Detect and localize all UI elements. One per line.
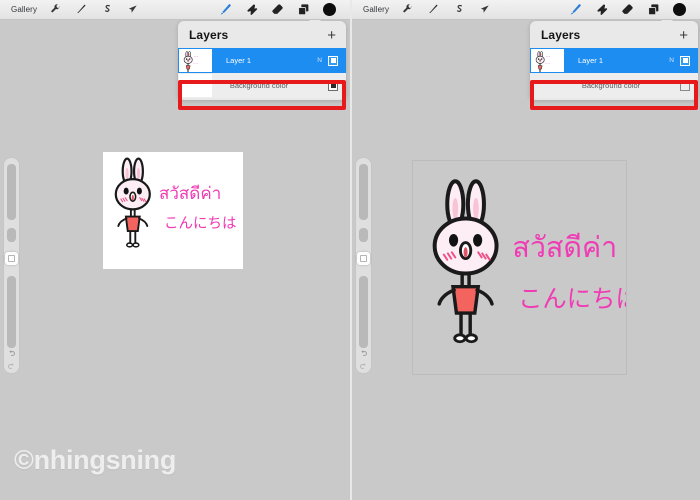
selection-icon[interactable] — [446, 0, 472, 20]
rail-knob[interactable] — [5, 252, 18, 265]
svg-text:····: ···· — [545, 62, 550, 66]
rail-knob-ring — [8, 255, 15, 262]
checkbox-fill — [682, 58, 688, 63]
artwork-thai-text: สวัสดีค่า — [159, 184, 221, 204]
rail-knob-ring — [360, 255, 367, 262]
layer-visibility-checkbox[interactable] — [328, 55, 338, 66]
adjustments-wand-icon[interactable] — [420, 0, 446, 20]
background-color-label: Background color — [229, 81, 289, 90]
undo-icon[interactable] — [358, 348, 369, 359]
layers-panel: Layers + ··· ···· Layer 1 N Background c… — [530, 21, 698, 100]
layer-name: Layer 1 — [226, 56, 252, 65]
color-swatch-dot — [322, 3, 336, 16]
rail-bar-middle — [7, 228, 16, 242]
eraser-icon[interactable] — [614, 0, 640, 20]
gallery-button[interactable]: Gallery — [358, 4, 394, 15]
layer-row[interactable]: ··· ···· Layer 1 N — [530, 48, 698, 73]
undo-icon[interactable] — [6, 348, 17, 359]
artwork-japanese-text: こんにちは — [164, 215, 237, 232]
redo-icon[interactable] — [358, 361, 369, 372]
background-visibility-checkbox[interactable] — [328, 80, 338, 91]
watermark: ©nhingsning — [14, 445, 177, 475]
color-swatch[interactable] — [316, 0, 342, 20]
actions-wrench-icon[interactable] — [394, 0, 420, 20]
rail-bar-lower — [7, 276, 16, 348]
add-layer-button[interactable]: + — [327, 28, 336, 43]
canvas-outline — [412, 160, 627, 375]
background-color-thumbnail — [531, 74, 564, 97]
toolbar-right-group — [212, 0, 350, 20]
toolbar-right-group — [562, 0, 700, 20]
brush-size-opacity-rail[interactable] — [356, 158, 371, 373]
transform-arrow-icon[interactable] — [120, 0, 146, 20]
paint-brush-icon[interactable] — [562, 0, 588, 20]
smudge-icon[interactable] — [238, 0, 264, 20]
artwork-canvas-right[interactable]: สวัสดีค่า こんにちは — [412, 160, 627, 375]
layer-visibility-checkbox[interactable] — [680, 55, 690, 66]
background-color-thumbnail — [179, 74, 212, 97]
layer-thumbnail: ··· ···· — [179, 49, 212, 72]
selection-icon[interactable] — [94, 0, 120, 20]
paint-brush-icon[interactable] — [212, 0, 238, 20]
gallery-button[interactable]: Gallery — [6, 4, 42, 15]
rail-bar-lower — [359, 276, 368, 348]
actions-wrench-icon[interactable] — [42, 0, 68, 20]
toolbar-left-group: Gallery — [0, 0, 146, 20]
layers-panel-title: Layers — [189, 28, 229, 42]
eraser-icon[interactable] — [264, 0, 290, 20]
layer-name: Layer 1 — [578, 56, 604, 65]
pane-background-visible: Gallery Layers + ··· ···· Layer 1 N Back… — [0, 0, 350, 500]
checkbox-fill — [330, 58, 336, 63]
redo-icon[interactable] — [6, 361, 17, 372]
rail-bar-upper — [359, 164, 368, 220]
background-visibility-checkbox[interactable] — [680, 80, 690, 91]
background-color-row[interactable]: Background color — [178, 73, 346, 98]
add-layer-button[interactable]: + — [679, 28, 688, 43]
screenshot-root: Gallery Layers + ··· ···· Layer 1 N Back… — [0, 0, 700, 500]
layers-icon[interactable] — [640, 0, 666, 20]
pane-background-hidden: Gallery Layers + ··· ···· Layer 1 N Back… — [350, 0, 700, 500]
svg-text:···: ··· — [194, 54, 198, 59]
rail-bar-upper — [7, 164, 16, 220]
rail-knob[interactable] — [357, 252, 370, 265]
smudge-icon[interactable] — [588, 0, 614, 20]
layer-blend-mode[interactable]: N — [669, 57, 674, 64]
transform-arrow-icon[interactable] — [472, 0, 498, 20]
layer-thumbnail: ··· ···· — [531, 49, 564, 72]
background-color-row[interactable]: Background color — [530, 73, 698, 98]
top-toolbar-left: Gallery — [0, 0, 350, 20]
svg-text:····: ···· — [193, 62, 198, 66]
toolbar-left-group: Gallery — [352, 0, 498, 20]
layers-panel-title: Layers — [541, 28, 581, 42]
layers-panel-header: Layers + — [178, 21, 346, 48]
checkbox-fill — [330, 83, 336, 88]
layers-panel: Layers + ··· ···· Layer 1 N Background c… — [178, 21, 346, 100]
adjustments-wand-icon[interactable] — [68, 0, 94, 20]
color-swatch-dot — [672, 3, 686, 16]
artwork-canvas-left[interactable]: สวัสดีค่า こんにちは — [103, 152, 243, 269]
svg-text:···: ··· — [546, 54, 550, 59]
brush-size-opacity-rail[interactable] — [4, 158, 19, 373]
rail-bar-middle — [359, 228, 368, 242]
layer-row[interactable]: ··· ···· Layer 1 N — [178, 48, 346, 73]
layer-blend-mode[interactable]: N — [317, 57, 322, 64]
layers-panel-header: Layers + — [530, 21, 698, 48]
layers-icon[interactable] — [290, 0, 316, 20]
background-color-label: Background color — [581, 81, 641, 90]
color-swatch[interactable] — [666, 0, 692, 20]
top-toolbar-right: Gallery — [352, 0, 700, 20]
